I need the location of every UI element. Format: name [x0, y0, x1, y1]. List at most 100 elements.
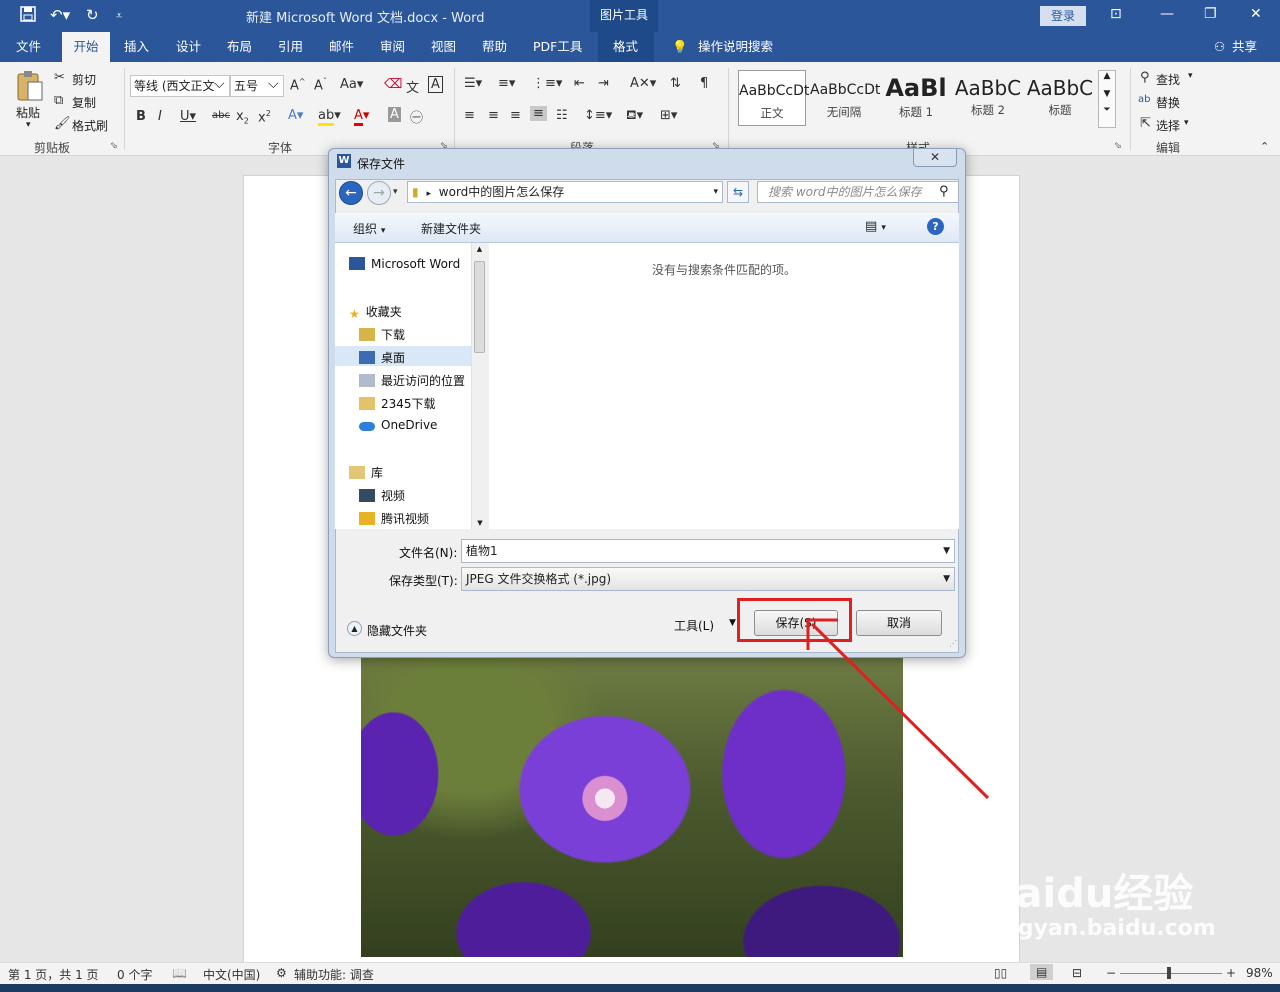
organize-button[interactable]: 组织 ▾ — [353, 220, 385, 237]
tab-file[interactable]: 文件 — [14, 32, 43, 62]
refresh-icon[interactable]: ⇆ — [727, 181, 749, 203]
enclose-characters-icon[interactable]: ㊀ — [410, 107, 423, 126]
line-spacing-icon[interactable]: ↕≡▾ — [584, 108, 612, 123]
tab-help[interactable]: 帮助 — [480, 32, 509, 62]
word-count[interactable]: 0 个字 — [117, 966, 152, 983]
help-icon[interactable]: ? — [927, 218, 944, 235]
tab-layout[interactable]: 布局 — [225, 32, 254, 62]
breadcrumb-path[interactable]: word中的图片怎么保存 — [439, 185, 565, 199]
tools-button[interactable]: 工具(L) — [674, 617, 714, 634]
tab-pdf-tools[interactable]: PDF工具 — [531, 32, 584, 62]
phonetic-guide-icon[interactable]: 文 — [406, 77, 419, 96]
print-layout-icon[interactable]: ▤ — [1030, 964, 1054, 980]
nav-item-libraries[interactable]: 库 — [349, 464, 383, 481]
proofing-icon[interactable]: 📖 — [172, 966, 187, 980]
tab-design[interactable]: 设计 — [174, 32, 203, 62]
tab-review[interactable]: 审阅 — [378, 32, 407, 62]
accessibility-status[interactable]: 辅助功能: 调查 — [294, 966, 374, 983]
zoom-level[interactable]: 98% — [1246, 966, 1273, 980]
hide-folders-button[interactable]: 隐藏文件夹 — [367, 622, 427, 639]
save-icon[interactable] — [20, 6, 36, 26]
format-painter-button[interactable]: 格式刷 — [72, 117, 108, 134]
filename-dropdown-icon[interactable]: ▼ — [943, 540, 950, 562]
close-icon[interactable]: ✕ — [913, 149, 957, 167]
tab-view[interactable]: 视图 — [429, 32, 458, 62]
clipboard-launcher-icon[interactable]: ⬂ — [110, 141, 118, 151]
recent-locations-dropdown-icon[interactable]: ▾ — [393, 187, 398, 197]
view-options-icon[interactable]: ▤ ▾ — [865, 219, 886, 234]
tell-me-search[interactable]: 操作说明搜索 — [696, 32, 775, 62]
web-layout-icon[interactable]: ⊟ — [1072, 966, 1082, 980]
nav-item-favorites[interactable]: ★ 收藏夹 — [349, 303, 402, 321]
chevron-down-icon[interactable]: ⌵ — [214, 76, 225, 92]
tab-format[interactable]: 格式 — [611, 32, 640, 62]
style-heading-1[interactable]: AaBl 标题 1 — [882, 70, 950, 126]
filetype-dropdown-icon[interactable]: ▼ — [943, 568, 950, 590]
align-center-icon[interactable]: ≡ — [488, 108, 499, 123]
undo-icon[interactable]: ↶▾ — [50, 6, 70, 24]
scroll-down-icon[interactable]: ▼ — [472, 519, 488, 527]
address-bar[interactable]: ▮ ▸ word中的图片怎么保存 ▾ — [407, 181, 723, 203]
text-effects-icon[interactable]: A▾ — [288, 108, 303, 123]
nav-item-recent-places[interactable]: 最近访问的位置 — [359, 372, 465, 389]
show-marks-icon[interactable]: ¶ — [700, 76, 708, 91]
zoom-slider-track[interactable] — [1120, 973, 1222, 974]
ribbon-display-options-icon[interactable]: ⊡ — [1110, 6, 1122, 22]
sort-icon[interactable]: ⇅ — [670, 76, 681, 91]
bullets-icon[interactable]: ☰▾ — [464, 76, 482, 91]
align-left-icon[interactable]: ≡ — [464, 108, 475, 123]
search-input[interactable]: 搜索 word中的图片怎么保存 — [757, 181, 959, 203]
italic-icon[interactable]: I — [158, 109, 162, 124]
page-count[interactable]: 第 1 页，共 1 页 — [8, 966, 99, 983]
forward-icon[interactable]: → — [367, 181, 391, 205]
login-button[interactable]: 登录 — [1040, 6, 1086, 26]
nav-item-microsoft-word[interactable]: Microsoft Word — [349, 257, 460, 271]
nav-item-downloads[interactable]: 下载 — [359, 326, 405, 343]
replace-button[interactable]: 替换 — [1156, 94, 1180, 111]
styles-launcher-icon[interactable]: ⬂ — [1114, 141, 1122, 151]
nav-scrollbar[interactable]: ▲ ▼ — [471, 243, 487, 529]
share-button[interactable]: 共享 — [1230, 32, 1259, 62]
highlight-icon[interactable]: ab▾ — [318, 108, 341, 126]
language-indicator[interactable]: 中文(中国) — [203, 966, 260, 983]
filetype-select[interactable]: JPEG 文件交换格式 (*.jpg) ▼ — [461, 567, 955, 591]
more-styles-icon[interactable]: ⏷ — [1099, 105, 1115, 115]
restore-icon[interactable]: ❐ — [1204, 6, 1217, 22]
underline-icon[interactable]: U▾ — [180, 109, 196, 124]
align-right-icon[interactable]: ≡ — [510, 108, 521, 123]
change-case-icon[interactable]: Aa▾ — [340, 77, 363, 92]
customize-qat-icon[interactable]: ⩡ — [116, 9, 122, 23]
character-shading-icon[interactable]: A — [388, 107, 401, 122]
style-no-spacing[interactable]: AaBbCcDt 无间隔 — [810, 70, 880, 126]
find-button[interactable]: 查找 — [1156, 71, 1180, 88]
minimize-icon[interactable]: — — [1160, 6, 1174, 22]
numbering-icon[interactable]: ≡▾ — [498, 76, 515, 91]
nav-item-tencent-video[interactable]: 腾讯视频 — [359, 510, 429, 527]
paste-dropdown-icon[interactable]: ▾ — [26, 120, 31, 130]
new-folder-button[interactable]: 新建文件夹 — [421, 220, 481, 237]
select-dropdown-icon[interactable]: ▾ — [1184, 118, 1189, 128]
nav-item-onedrive[interactable]: OneDrive — [359, 418, 437, 432]
scroll-thumb[interactable] — [474, 261, 485, 353]
filename-input[interactable]: 植物1 ▼ — [461, 539, 955, 563]
redo-icon[interactable]: ↻ — [86, 6, 99, 24]
chevron-up-icon[interactable]: ▲ — [1099, 71, 1115, 81]
style-title[interactable]: AaBbC 标题 — [1026, 70, 1094, 126]
style-heading-2[interactable]: AaBbC 标题 2 — [954, 70, 1022, 126]
nav-item-2345-downloads[interactable]: 2345下载 — [359, 395, 436, 412]
breadcrumb-arrow-icon[interactable]: ▸ — [426, 189, 431, 199]
find-dropdown-icon[interactable]: ▾ — [1188, 71, 1193, 81]
justify-icon[interactable]: ≡ — [530, 106, 547, 121]
tools-dropdown-icon[interactable]: ▼ — [729, 618, 736, 628]
character-border-icon[interactable]: A — [428, 76, 443, 93]
increase-indent-icon[interactable]: ⇥ — [598, 76, 609, 91]
read-mode-icon[interactable]: ▯▯ — [994, 966, 1007, 980]
shading-icon[interactable]: ⛾▾ — [626, 108, 643, 125]
chevron-down-icon[interactable]: ⌵ — [268, 76, 279, 92]
copy-button[interactable]: 复制 — [72, 94, 96, 111]
zoom-slider-thumb[interactable] — [1167, 967, 1171, 979]
decrease-indent-icon[interactable]: ⇤ — [574, 76, 585, 91]
tab-references[interactable]: 引用 — [276, 32, 305, 62]
search-icon[interactable]: ⚲ — [939, 184, 949, 199]
zoom-out-icon[interactable]: − — [1106, 966, 1116, 980]
